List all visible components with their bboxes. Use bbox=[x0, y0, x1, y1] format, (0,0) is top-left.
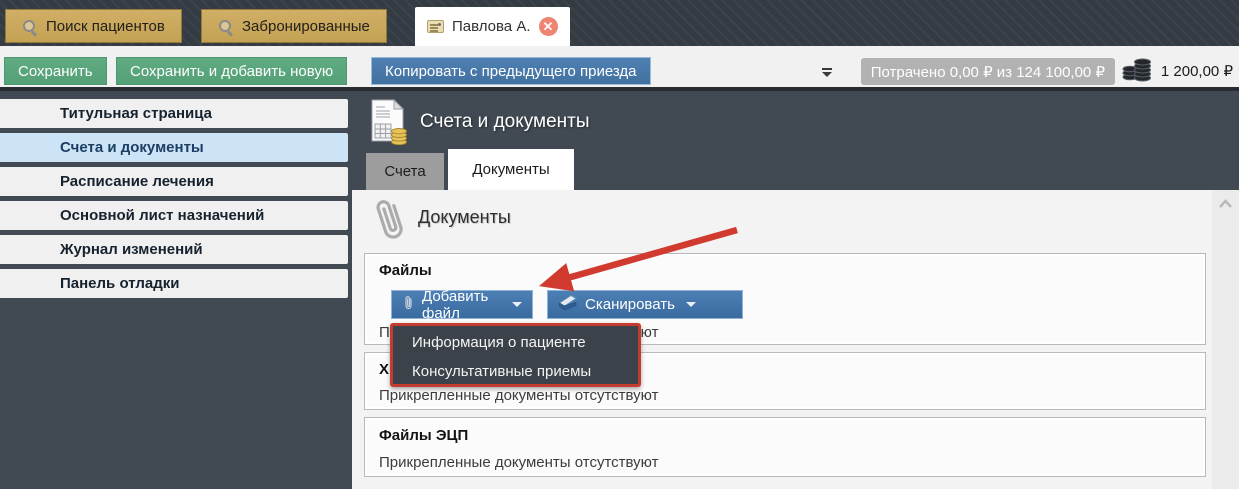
tab-bills[interactable]: Счета bbox=[366, 153, 444, 190]
patient-card-icon bbox=[427, 20, 444, 33]
sidebar-item-debug-panel[interactable]: Панель отладки bbox=[0, 269, 348, 298]
copy-previous-visit-button[interactable]: Копировать с предыдущего приезда bbox=[371, 57, 651, 85]
tab-documents[interactable]: Документы bbox=[448, 149, 574, 190]
tab-patient-pavlova[interactable]: Павлова А. ✕ bbox=[415, 7, 570, 46]
chevron-down-icon[interactable] bbox=[512, 302, 522, 307]
ecp-box-title: Файлы ЭЦП bbox=[379, 427, 468, 444]
paperclip-icon bbox=[364, 190, 418, 256]
copy-previous-visit-label: Копировать с предыдущего приезда bbox=[385, 63, 637, 80]
save-button[interactable]: Сохранить bbox=[4, 57, 107, 85]
scan-button[interactable]: Сканировать bbox=[547, 290, 743, 319]
ecp-files-box: Файлы ЭЦП Прикрепленные документы отсутс… bbox=[364, 417, 1206, 477]
spent-amount-text: Потрачено 0,00 ₽ из 124 100,00 ₽ bbox=[871, 63, 1105, 81]
tab-bills-label: Счета bbox=[384, 163, 425, 180]
add-file-label: Добавить файл bbox=[422, 288, 501, 322]
search-icon bbox=[218, 19, 233, 34]
save-and-add-label: Сохранить и добавить новую bbox=[130, 63, 333, 80]
balance-amount: 1 200,00 ₽ bbox=[1161, 62, 1233, 80]
add-file-button[interactable]: Добавить файл bbox=[391, 290, 533, 319]
main-region: Титульная страница Счета и документы Рас… bbox=[0, 95, 1239, 489]
section-title-documents: Документы bbox=[418, 207, 511, 228]
documents-panel: Документы Файлы Добавить файл bbox=[352, 190, 1239, 489]
scroll-up-icon[interactable] bbox=[1212, 196, 1239, 212]
sidebar-item-main-prescription-sheet[interactable]: Основной лист назначений bbox=[0, 201, 348, 230]
top-tab-bar: Поиск пациентов Забронированные Павлова … bbox=[0, 0, 1239, 46]
tab-documents-label: Документы bbox=[472, 161, 549, 178]
close-tab-icon[interactable]: ✕ bbox=[539, 17, 558, 36]
coins-icon bbox=[1121, 57, 1153, 87]
toolbar-overflow-toggle[interactable] bbox=[820, 68, 834, 82]
scan-label: Сканировать bbox=[585, 296, 675, 313]
tab-label: Поиск пациентов bbox=[46, 18, 165, 35]
save-button-label: Сохранить bbox=[18, 63, 93, 80]
sidebar-item-bills-documents[interactable]: Счета и документы bbox=[0, 133, 348, 162]
tab-patient-search[interactable]: Поиск пациентов bbox=[5, 9, 182, 43]
menu-item-patient-info[interactable]: Информация о пациенте bbox=[393, 328, 638, 357]
chevron-down-icon bbox=[822, 72, 832, 77]
second-box-title: Х bbox=[379, 361, 389, 378]
scanner-icon bbox=[558, 294, 578, 315]
ecp-box-empty-text: Прикрепленные документы отсутствуют bbox=[379, 454, 658, 471]
tab-booked[interactable]: Забронированные bbox=[201, 9, 387, 43]
paperclip-icon bbox=[402, 295, 415, 315]
search-icon bbox=[22, 19, 37, 34]
app-window: Поиск пациентов Забронированные Павлова … bbox=[0, 0, 1239, 489]
second-box-empty-text: Прикрепленные документы отсутствуют bbox=[379, 387, 658, 404]
sidebar-item-treatment-schedule[interactable]: Расписание лечения bbox=[0, 167, 348, 196]
menu-item-consultative-appointments[interactable]: Консультативные приемы bbox=[393, 357, 638, 386]
tab-label: Забронированные bbox=[242, 18, 370, 35]
toolbar: Сохранить Сохранить и добавить новую Коп… bbox=[0, 46, 1239, 91]
page-title: Счета и документы bbox=[420, 111, 590, 133]
chevron-down-icon[interactable] bbox=[686, 302, 696, 307]
sidebar-item-change-log[interactable]: Журнал изменений bbox=[0, 235, 348, 264]
scrollbar[interactable] bbox=[1212, 190, 1239, 489]
document-coins-icon bbox=[368, 99, 408, 151]
sidebar-item-title-page[interactable]: Титульная страница bbox=[0, 99, 348, 128]
add-file-dropdown-menu: Информация о пациенте Консультативные пр… bbox=[390, 323, 641, 387]
files-box-title: Файлы bbox=[379, 262, 432, 279]
save-and-add-button[interactable]: Сохранить и добавить новую bbox=[116, 57, 347, 85]
tab-label: Павлова А. bbox=[452, 18, 531, 35]
spent-amount-badge: Потрачено 0,00 ₽ из 124 100,00 ₽ bbox=[861, 58, 1115, 85]
